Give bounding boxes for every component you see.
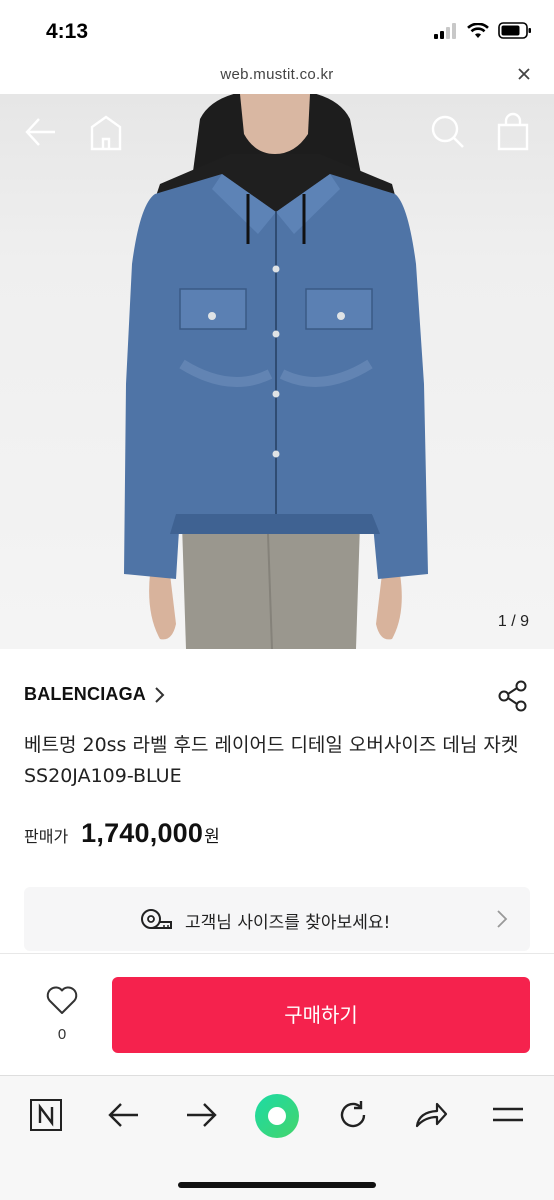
- price-value: 1,740,000: [81, 818, 204, 848]
- image-counter: 1 / 9: [497, 613, 529, 630]
- browser-toolbar: [0, 1075, 554, 1200]
- back-icon[interactable]: [107, 1098, 141, 1132]
- status-time: 4:13: [46, 20, 89, 43]
- price-label: 판매가: [24, 827, 69, 846]
- menu-icon[interactable]: [491, 1098, 525, 1132]
- price-row: 판매가 1,740,000 원: [24, 818, 220, 849]
- tape-measure-icon: [141, 909, 172, 929]
- like-button[interactable]: 0: [42, 984, 82, 1043]
- forward-icon[interactable]: [184, 1098, 218, 1132]
- like-count: 0: [57, 1026, 67, 1043]
- image-nav: [0, 112, 554, 156]
- status-icons: [434, 22, 532, 39]
- brand-name: BALENCIAGA: [24, 684, 146, 704]
- search-icon[interactable]: [430, 112, 466, 152]
- size-finder-label: 고객님 사이즈를 찾아보세요!: [185, 913, 391, 933]
- refresh-icon[interactable]: [336, 1098, 370, 1132]
- shopping-bag-icon[interactable]: [496, 112, 530, 152]
- wifi-icon: [467, 22, 489, 38]
- chevron-right-icon: [497, 910, 508, 928]
- status-bar: 4:13: [0, 0, 554, 62]
- url-bar[interactable]: web.mustit.co.kr: [0, 62, 554, 94]
- price-unit: 원: [204, 827, 220, 847]
- product-photo: [124, 94, 428, 649]
- battery-icon: [498, 22, 531, 39]
- green-dot-icon[interactable]: [254, 1093, 300, 1139]
- action-bar: 0 구매하기: [0, 953, 554, 1075]
- home-indicator: [178, 1182, 376, 1188]
- heart-icon: [46, 986, 78, 1014]
- share-arrow-icon[interactable]: [413, 1098, 449, 1132]
- url-text: web.mustit.co.kr: [220, 66, 334, 83]
- brand-link[interactable]: BALENCIAGA: [24, 684, 167, 705]
- product-title: 베트멍 20ss 라벨 후드 레이어드 디테일 오버사이즈 데님 자켓 SS20…: [24, 734, 519, 787]
- back-arrow-icon[interactable]: [24, 112, 58, 152]
- product-image[interactable]: 1 / 9: [0, 94, 554, 649]
- size-finder-button[interactable]: 고객님 사이즈를 찾아보세요!: [24, 887, 530, 951]
- close-icon[interactable]: [516, 66, 532, 82]
- signal-icon: [434, 22, 456, 39]
- naver-n-icon[interactable]: [29, 1098, 63, 1132]
- buy-button[interactable]: 구매하기: [112, 977, 530, 1053]
- chevron-right-icon: [155, 686, 165, 703]
- home-icon[interactable]: [89, 112, 123, 152]
- share-icon[interactable]: [498, 680, 528, 712]
